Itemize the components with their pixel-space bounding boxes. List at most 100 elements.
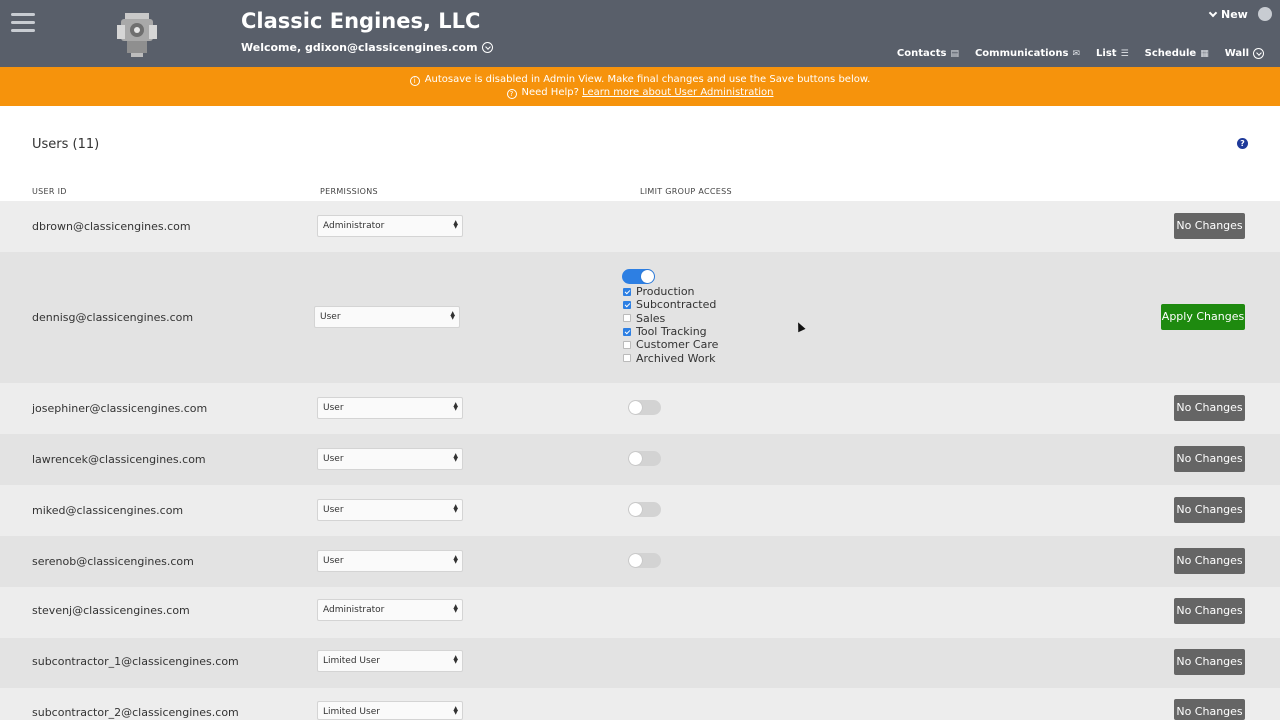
- chevron-down-icon: [1208, 8, 1218, 18]
- group-checkbox-production[interactable]: Production: [623, 285, 718, 298]
- profile-icon[interactable]: [1258, 7, 1272, 21]
- nav-communications[interactable]: Communications ✉: [975, 48, 1080, 59]
- nav-list[interactable]: List ☰: [1096, 48, 1129, 59]
- checkbox-checked-icon: [623, 300, 631, 309]
- group-label: Archived Work: [636, 351, 716, 365]
- limit-access-toggle[interactable]: [628, 400, 661, 415]
- group-checkbox-tool-tracking[interactable]: Tool Tracking: [623, 325, 718, 338]
- list-icon: ☰: [1120, 48, 1129, 59]
- welcome-text: Welcome, gdixon@classicengines.com: [241, 41, 478, 54]
- banner-line-1: i Autosave is disabled in Admin View. Mak…: [0, 74, 1280, 86]
- no-changes-button[interactable]: No Changes: [1174, 497, 1245, 523]
- checkbox-checked-icon: [623, 287, 631, 296]
- permission-select[interactable]: Administrator ▲ ▼: [317, 599, 463, 621]
- table-row: stevenj@classicengines.com Administrator…: [0, 587, 1280, 638]
- select-arrows-icon: ▲ ▼: [453, 452, 458, 463]
- table-row: lawrencek@classicengines.com User ▲ ▼ No C…: [0, 434, 1280, 485]
- limit-access-toggle[interactable]: [628, 502, 661, 517]
- limit-access-toggle[interactable]: [622, 269, 655, 284]
- nav-label-list: List: [1096, 48, 1117, 59]
- no-changes-button[interactable]: No Changes: [1174, 213, 1245, 239]
- permission-select[interactable]: User ▲ ▼: [317, 550, 463, 572]
- engine-logo: [117, 13, 157, 57]
- permission-select[interactable]: User ▲ ▼: [317, 448, 463, 470]
- permission-select[interactable]: Limited User ▲ ▼: [317, 701, 463, 720]
- no-changes-button[interactable]: No Changes: [1174, 649, 1245, 675]
- table-row: subcontractor_1@classicengines.com Limit…: [0, 638, 1280, 688]
- calendar-icon: ▦: [1200, 48, 1209, 59]
- limit-access-toggle[interactable]: [628, 451, 661, 466]
- group-checkbox-customer-care[interactable]: Customer Care: [623, 338, 718, 351]
- col-header-permissions: PERMISSIONS: [320, 187, 378, 196]
- permission-select[interactable]: User ▲ ▼: [317, 397, 463, 419]
- col-header-user-id: USER ID: [32, 187, 67, 196]
- nav-schedule[interactable]: Schedule ▦: [1145, 48, 1209, 59]
- nav-label-schedule: Schedule: [1144, 48, 1197, 59]
- select-arrows-icon: ▲ ▼: [453, 503, 458, 514]
- help-icon[interactable]: ?: [1237, 138, 1248, 149]
- chevron-down-circle-icon: [481, 42, 493, 53]
- group-checkbox-subcontracted[interactable]: Subcontracted: [623, 298, 718, 311]
- select-arrows-icon: ▲ ▼: [453, 401, 458, 412]
- checkbox-unchecked-icon: [623, 354, 631, 363]
- select-arrows-icon: ▲ ▼: [453, 219, 458, 230]
- user-email: subcontractor_2@classicengines.com: [32, 706, 239, 719]
- table-row: miked@classicengines.com User ▲ ▼ No Chang…: [0, 485, 1280, 536]
- welcome-dropdown[interactable]: Welcome, gdixon@classicengines.com: [241, 41, 493, 54]
- permission-select[interactable]: User ▲ ▼: [317, 499, 463, 521]
- user-email: subcontractor_1@classicengines.com: [32, 655, 239, 668]
- permission-value: Administrator: [323, 221, 385, 231]
- envelope-icon: ✉: [1072, 48, 1081, 59]
- new-label: New: [1221, 8, 1248, 21]
- select-arrows-icon: ▲ ▼: [453, 603, 458, 614]
- permission-value: User: [323, 454, 344, 464]
- no-changes-button[interactable]: No Changes: [1174, 548, 1245, 574]
- nav-label-wall: Wall: [1224, 48, 1249, 59]
- contacts-card-icon: ▤: [950, 48, 959, 59]
- nav-contacts[interactable]: Contacts ▤: [897, 48, 959, 59]
- user-email: stevenj@classicengines.com: [32, 604, 190, 617]
- user-email: miked@classicengines.com: [32, 504, 184, 517]
- apply-changes-button[interactable]: Apply Changes: [1161, 304, 1245, 330]
- permission-value: Limited User: [323, 656, 380, 666]
- group-checkbox-archived-work[interactable]: Archived Work: [623, 351, 718, 365]
- permission-value: Limited User: [323, 707, 380, 717]
- user-email: lawrencek@classicengines.com: [32, 453, 206, 466]
- new-button[interactable]: New: [1208, 8, 1248, 21]
- user-email: dennisg@classicengines.com: [32, 311, 194, 324]
- user-email: josephiner@classicengines.com: [32, 402, 208, 415]
- table-row: serenob@classicengines.com User ▲ ▼ No Cha…: [0, 536, 1280, 587]
- no-changes-button[interactable]: No Changes: [1174, 598, 1245, 624]
- group-label: Customer Care: [636, 338, 719, 352]
- checkbox-unchecked-icon: [623, 340, 631, 349]
- permission-select[interactable]: Limited User ▲ ▼: [317, 650, 463, 672]
- permission-select[interactable]: User ▲ ▼: [314, 306, 460, 328]
- no-changes-button[interactable]: No Changes: [1174, 699, 1245, 720]
- group-checklist: Production Subcontracted Sales Tool Trac…: [623, 285, 718, 365]
- app-header: Classic Engines, LLC Welcome, gdixon@cla…: [0, 0, 1280, 67]
- company-name: Classic Engines, LLC: [241, 9, 481, 33]
- no-changes-button[interactable]: No Changes: [1174, 395, 1245, 421]
- permission-value: User: [323, 505, 344, 515]
- toggle-knob: [629, 452, 642, 465]
- permission-select[interactable]: Administrator ▲ ▼: [317, 215, 463, 237]
- toggle-knob: [629, 554, 642, 567]
- group-checkbox-sales[interactable]: Sales: [623, 312, 718, 325]
- user-admin-help-link[interactable]: Learn more about User Administration: [582, 87, 773, 98]
- permission-value: User: [323, 403, 344, 413]
- toggle-knob: [629, 401, 642, 414]
- autosave-banner: i Autosave is disabled in Admin View. Mak…: [0, 67, 1280, 106]
- select-arrows-icon: ▲ ▼: [453, 654, 458, 665]
- no-changes-button[interactable]: No Changes: [1174, 446, 1245, 472]
- user-email: serenob@classicengines.com: [32, 555, 194, 568]
- group-label: Production: [636, 285, 695, 299]
- permission-value: Administrator: [323, 605, 385, 615]
- nav-wall[interactable]: Wall: [1225, 48, 1264, 59]
- hamburger-menu-icon[interactable]: [11, 13, 35, 35]
- nav-label-contacts: Contacts: [896, 48, 947, 59]
- circle-chevron-icon: [1253, 48, 1264, 59]
- limit-access-toggle[interactable]: [628, 553, 661, 568]
- group-label: Subcontracted: [636, 298, 717, 312]
- checkbox-unchecked-icon: [623, 314, 631, 323]
- info-icon: i: [409, 76, 420, 86]
